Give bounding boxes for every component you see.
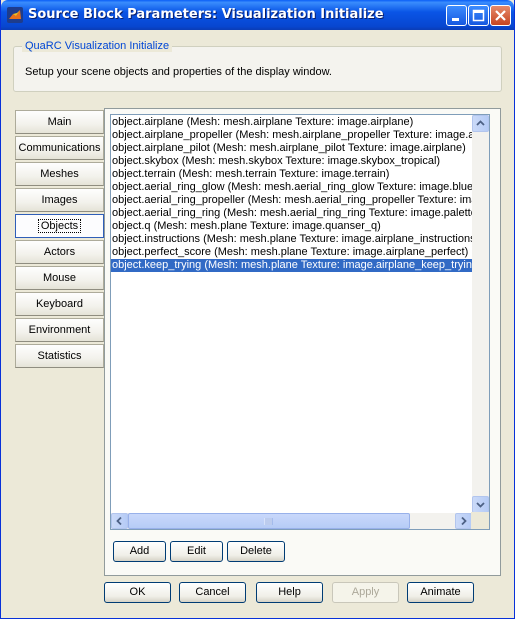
maximize-button[interactable] <box>468 5 489 26</box>
tab-label: Objects <box>37 219 82 233</box>
list-item[interactable]: object.airplane_propeller (Mesh: mesh.ai… <box>111 129 473 142</box>
list-item[interactable]: object.aerial_ring_propeller (Mesh: mesh… <box>111 194 473 207</box>
chevron-up-icon <box>476 120 485 126</box>
scroll-thumb[interactable] <box>128 513 410 529</box>
tab-label: Main <box>47 116 72 128</box>
scroll-left-button[interactable] <box>111 513 128 529</box>
scroll-right-button[interactable] <box>455 513 472 529</box>
matlab-icon[interactable] <box>7 7 23 23</box>
grip-icon <box>264 518 273 525</box>
list-item[interactable]: object.aerial_ring_glow (Mesh: mesh.aeri… <box>111 181 473 194</box>
close-icon <box>495 10 506 21</box>
tab-label: Statistics <box>37 350 82 362</box>
chevron-left-icon <box>116 516 122 526</box>
edit-button[interactable]: Edit <box>170 541 223 562</box>
maximize-icon <box>472 9 485 22</box>
list-item[interactable]: object.instructions (Mesh: mesh.plane Te… <box>111 233 473 246</box>
tab-images[interactable]: Images <box>15 188 104 212</box>
tab-label: Images <box>41 194 78 206</box>
tab-meshes[interactable]: Meshes <box>15 162 104 186</box>
scroll-up-button[interactable] <box>472 115 489 132</box>
tab-label: Keyboard <box>35 298 84 310</box>
list-item[interactable]: object.q (Mesh: mesh.plane Texture: imag… <box>111 220 473 233</box>
help-button[interactable]: Help <box>256 582 323 603</box>
chevron-right-icon <box>461 516 467 526</box>
close-button[interactable] <box>490 5 511 26</box>
tab-statistics[interactable]: Statistics <box>15 344 104 368</box>
list-item[interactable]: object.aerial_ring_ring (Mesh: mesh.aeri… <box>111 207 473 220</box>
window-title: Source Block Parameters: Visualization I… <box>28 7 384 22</box>
group-description: Setup your scene objects and properties … <box>25 66 332 78</box>
objects-list: object.airplane (Mesh: mesh.airplane Tex… <box>111 116 473 272</box>
list-item[interactable]: object.perfect_score (Mesh: mesh.plane T… <box>111 246 473 259</box>
objects-listbox[interactable]: object.airplane (Mesh: mesh.airplane Tex… <box>110 114 490 530</box>
animate-button[interactable]: Animate <box>407 582 474 603</box>
tab-label: Communications <box>18 142 101 154</box>
ok-button[interactable]: OK <box>104 582 171 603</box>
tab-label: Mouse <box>42 272 77 284</box>
delete-button[interactable]: Delete <box>227 541 285 562</box>
list-item[interactable]: object.airplane (Mesh: mesh.airplane Tex… <box>111 116 473 129</box>
tab-objects[interactable]: Objects <box>15 214 104 238</box>
minimize-icon <box>452 18 459 21</box>
title-bar[interactable]: Source Block Parameters: Visualization I… <box>1 0 514 30</box>
list-item[interactable]: object.skybox (Mesh: mesh.skybox Texture… <box>111 155 473 168</box>
tab-communications[interactable]: Communications <box>15 136 104 160</box>
list-item[interactable]: object.terrain (Mesh: mesh.terrain Textu… <box>111 168 473 181</box>
scrollbar-corner <box>471 512 489 529</box>
tab-actors[interactable]: Actors <box>15 240 104 264</box>
tab-keyboard[interactable]: Keyboard <box>15 292 104 316</box>
horizontal-scrollbar[interactable] <box>111 513 472 529</box>
minimize-button[interactable] <box>446 5 467 26</box>
group-title: QuaRC Visualization Initialize <box>22 40 173 52</box>
tab-label: Meshes <box>40 168 79 180</box>
chevron-down-icon <box>476 502 485 508</box>
add-button[interactable]: Add <box>113 541 166 562</box>
scroll-down-button[interactable] <box>472 496 489 513</box>
vertical-scrollbar[interactable] <box>472 115 489 513</box>
tab-label: Actors <box>43 246 76 258</box>
apply-button[interactable]: Apply <box>332 582 399 603</box>
tab-mouse[interactable]: Mouse <box>15 266 104 290</box>
tab-label: Environment <box>28 324 91 336</box>
cancel-button[interactable]: Cancel <box>179 582 246 603</box>
tab-environment[interactable]: Environment <box>15 318 104 342</box>
tab-main[interactable]: Main <box>15 110 104 134</box>
dialog-window: Source Block Parameters: Visualization I… <box>0 0 515 619</box>
list-item-selected[interactable]: object.keep_trying (Mesh: mesh.plane Tex… <box>111 259 473 272</box>
list-item[interactable]: object.airplane_pilot (Mesh: mesh.airpla… <box>111 142 473 155</box>
